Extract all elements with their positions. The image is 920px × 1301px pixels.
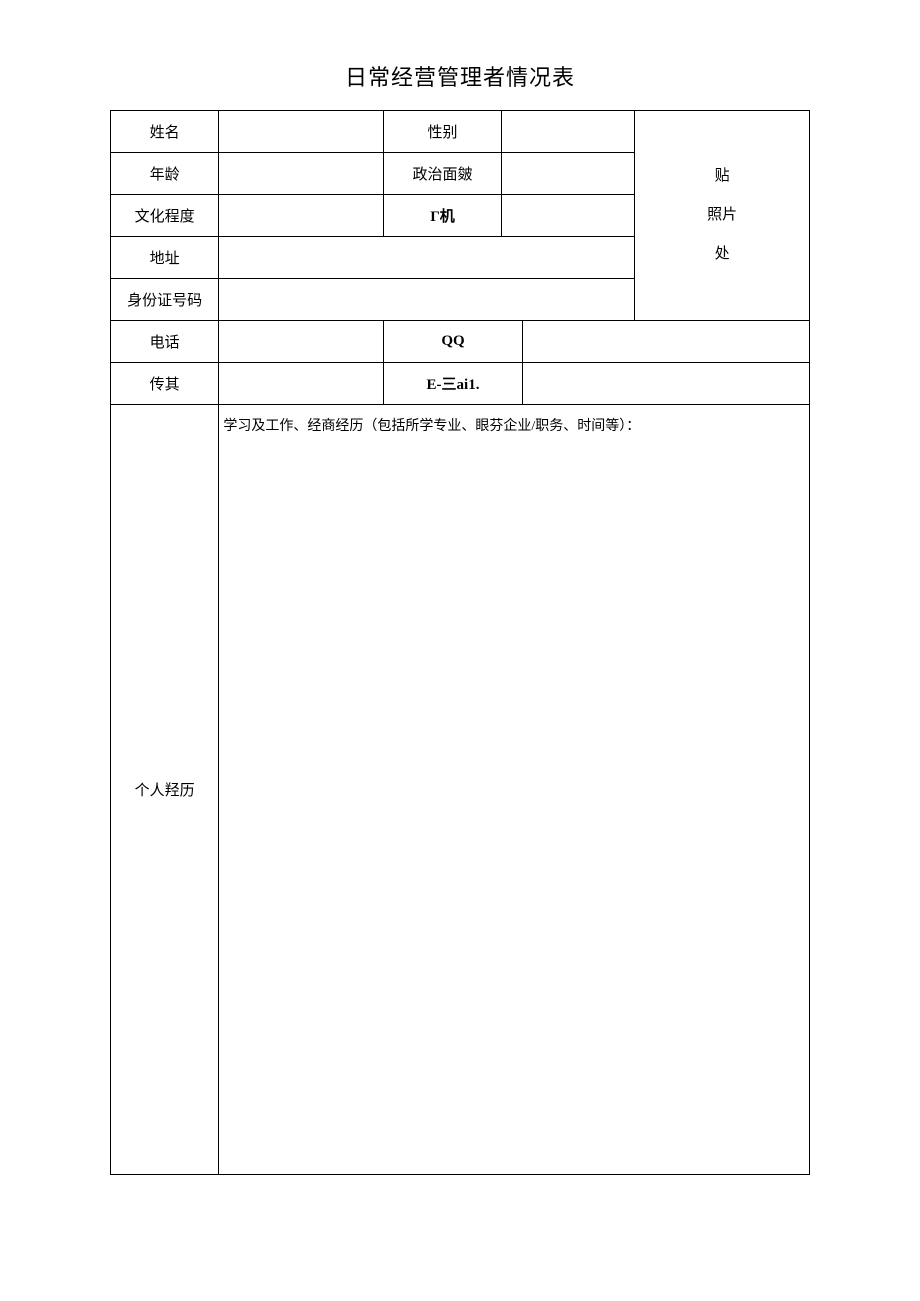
value-fax[interactable] xyxy=(219,363,383,405)
photo-line1: 贴 xyxy=(637,157,807,196)
value-gender[interactable] xyxy=(502,111,635,153)
photo-line2: 照片 xyxy=(637,196,807,235)
value-mobile[interactable] xyxy=(502,195,635,237)
label-fax: 传其 xyxy=(111,363,219,405)
value-education[interactable] xyxy=(219,195,383,237)
label-email: E-三ai1. xyxy=(383,363,523,405)
label-idcard: 身份证号码 xyxy=(111,279,219,321)
label-mobile: Γ机 xyxy=(383,195,502,237)
label-political: 政治面皴 xyxy=(383,153,502,195)
label-age: 年龄 xyxy=(111,153,219,195)
value-name[interactable] xyxy=(219,111,383,153)
label-resume: 个人羟历 xyxy=(111,405,219,1175)
label-address: 地址 xyxy=(111,237,219,279)
label-gender: 性别 xyxy=(383,111,502,153)
photo-line3: 处 xyxy=(637,235,807,274)
value-phone[interactable] xyxy=(219,321,383,363)
value-idcard[interactable] xyxy=(219,279,635,321)
value-email[interactable] xyxy=(523,363,810,405)
value-resume[interactable]: 学习及工作、经商经历（包括所学专业、眼芬企业/职务、时间等）： xyxy=(219,405,810,1175)
value-political[interactable] xyxy=(502,153,635,195)
label-phone: 电话 xyxy=(111,321,219,363)
label-qq: QQ xyxy=(383,321,523,363)
form-table: 姓名 性别 贴 照片 处 年龄 政治面皴 文化程度 Γ机 地址 xyxy=(110,110,810,1175)
value-address[interactable] xyxy=(219,237,635,279)
label-education: 文化程度 xyxy=(111,195,219,237)
value-qq[interactable] xyxy=(523,321,810,363)
photo-placeholder[interactable]: 贴 照片 处 xyxy=(635,111,810,321)
value-age[interactable] xyxy=(219,153,383,195)
page-title: 日常经营管理者情况表 xyxy=(110,60,810,92)
label-name: 姓名 xyxy=(111,111,219,153)
resume-prompt: 学习及工作、经商经历（包括所学专业、眼芬企业/职务、时间等）： xyxy=(223,419,640,434)
